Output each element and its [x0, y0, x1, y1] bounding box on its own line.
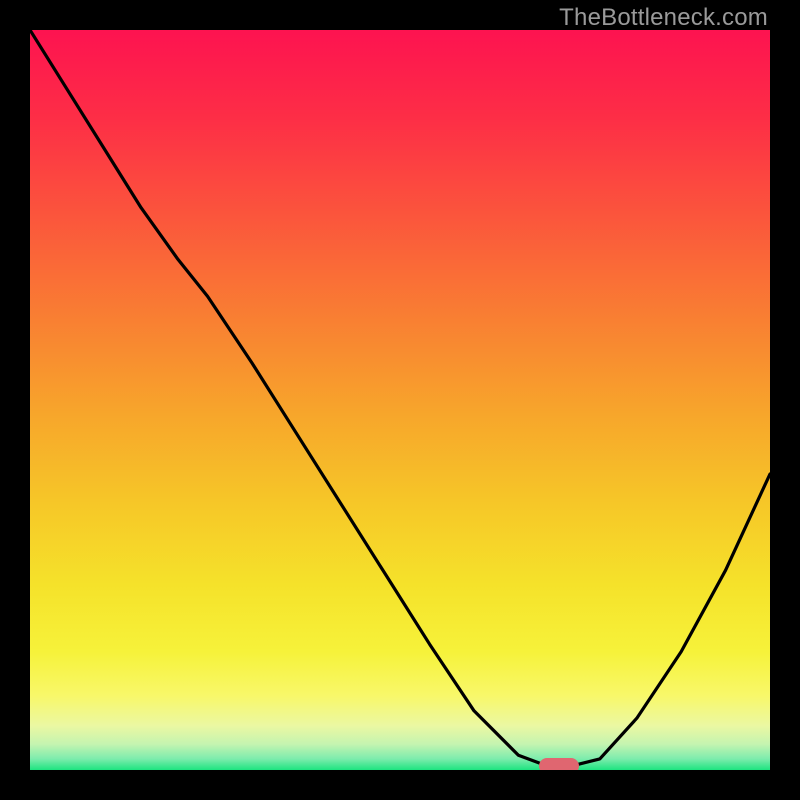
plot-area	[30, 30, 770, 770]
optimal-marker	[539, 758, 579, 770]
chart-stage: TheBottleneck.com	[0, 0, 800, 800]
watermark-text: TheBottleneck.com	[559, 4, 768, 32]
bottleneck-curve	[30, 30, 770, 770]
